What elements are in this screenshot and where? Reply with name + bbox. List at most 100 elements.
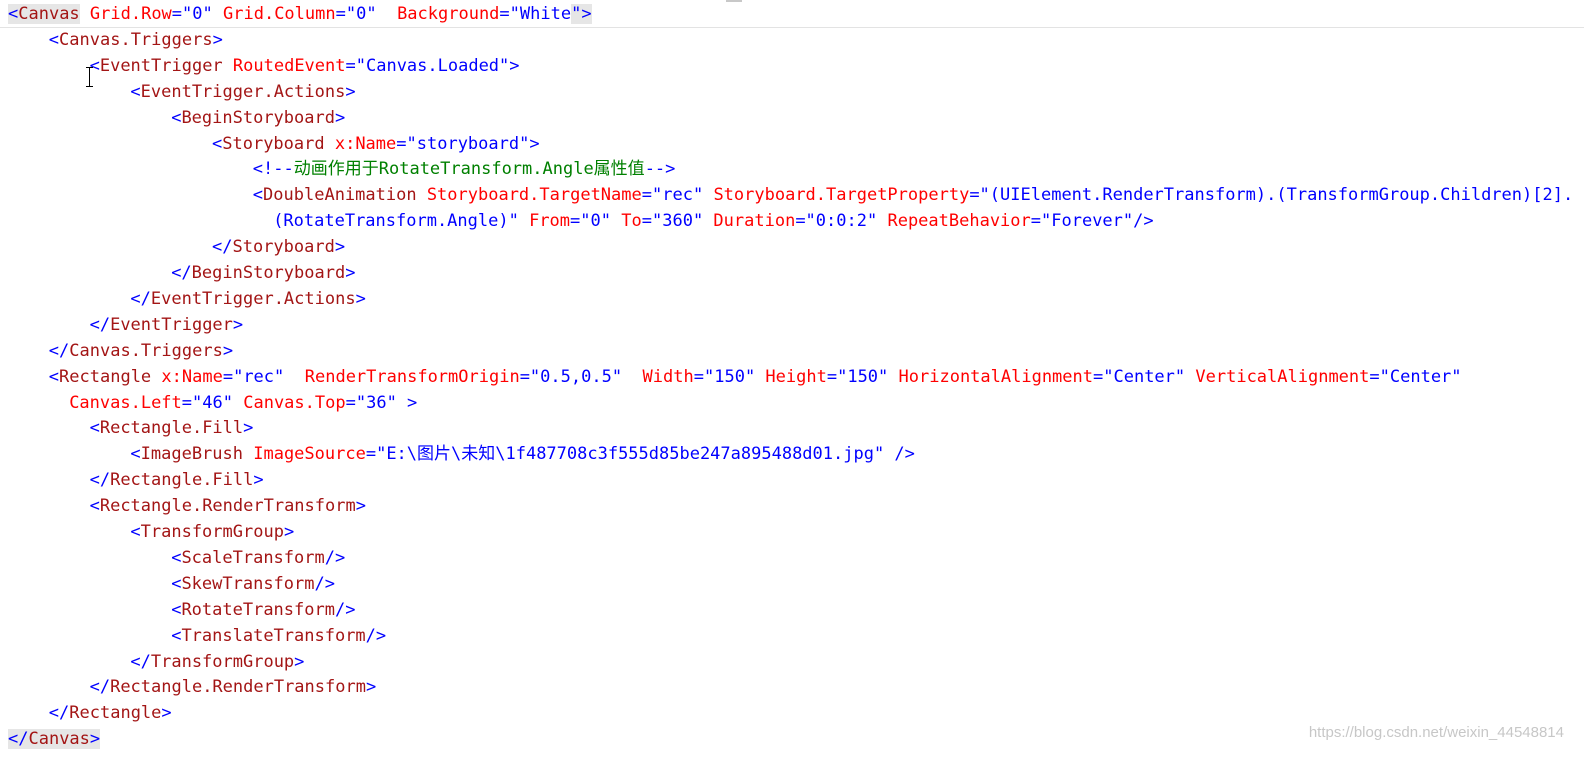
code-token: <	[8, 4, 19, 24]
code-token: "	[878, 366, 889, 387]
code-token: >	[355, 288, 366, 309]
code-token: " >	[386, 392, 418, 413]
code-token: >	[222, 340, 234, 361]
code-line[interactable]: <TransformGroup>	[130, 519, 294, 545]
code-token: ="	[181, 392, 203, 413]
code-token: <	[171, 107, 182, 128]
code-token: 动画作用于RotateTransform.Angle属性值	[293, 159, 645, 180]
code-token: " />	[873, 444, 915, 465]
code-token: "	[508, 211, 519, 232]
code-token: >	[334, 237, 346, 258]
code-token: Grid.Column	[212, 4, 336, 24]
code-line[interactable]: </Storyboard>	[212, 234, 345, 260]
code-token: Rectangle	[69, 703, 162, 724]
code-token: ="	[222, 366, 244, 387]
code-line[interactable]: <Storyboard x:Name="storyboard">	[212, 131, 540, 157]
code-line[interactable]: <SkewTransform/>	[171, 571, 335, 597]
scroll-marker	[726, 0, 742, 2]
code-line[interactable]: </Canvas.Triggers>	[49, 338, 233, 364]
code-token: ="	[693, 366, 715, 387]
code-line[interactable]: <RotateTransform/>	[171, 597, 355, 623]
code-token: EventTrigger.Actions	[150, 288, 356, 309]
code-token: RoutedEvent	[222, 55, 346, 76]
code-token: <	[171, 547, 182, 568]
code-token: E:\图片\未知\1f487708c3f555d85be247a895488d0…	[386, 444, 874, 465]
code-line[interactable]: </EventTrigger>	[90, 312, 244, 338]
code-line[interactable]: <Rectangle x:Name="rec" RenderTransformO…	[49, 364, 1462, 390]
code-line[interactable]: <Rectangle.Fill>	[90, 415, 254, 441]
code-token: 0	[192, 4, 203, 24]
code-token: ="	[1030, 211, 1052, 232]
code-token: "	[611, 366, 623, 387]
code-line[interactable]: Canvas.Left="46" Canvas.Top="36" >	[69, 390, 417, 416]
code-token: ScaleTransform	[181, 547, 325, 568]
code-line[interactable]: <ScaleTransform/>	[171, 545, 345, 571]
code-token: />	[324, 547, 346, 568]
code-line[interactable]: <DoubleAnimation Storyboard.TargetName="…	[253, 182, 1573, 208]
code-token: >	[294, 651, 305, 672]
code-token: </	[89, 470, 111, 491]
code-line[interactable]: <Rectangle.RenderTransform>	[90, 493, 366, 519]
code-token: >	[365, 677, 377, 698]
code-line[interactable]: </TransformGroup>	[130, 649, 304, 675]
code-line[interactable]: <!--动画作用于RotateTransform.Angle属性值-->	[253, 156, 676, 182]
code-token: x:Name	[324, 133, 397, 154]
code-token: Rectangle.RenderTransform	[110, 677, 366, 698]
code-token: ">	[499, 55, 520, 76]
code-token: Rectangle.Fill	[110, 470, 254, 491]
code-token: <	[171, 573, 182, 594]
code-token: >	[212, 29, 223, 50]
code-line[interactable]: </Canvas>	[8, 726, 101, 752]
code-token: "/>	[1122, 211, 1154, 232]
code-token: >	[232, 314, 244, 335]
code-token: <	[130, 81, 141, 102]
code-line[interactable]: </BeginStoryboard>	[171, 260, 355, 286]
xaml-code-editor[interactable]: <Canvas Grid.Row="0" Grid.Column="0" Bac…	[0, 0, 1584, 762]
code-line[interactable]: </Rectangle.Fill>	[90, 467, 264, 493]
code-line[interactable]: <Canvas.Triggers>	[49, 27, 223, 53]
code-token: ="	[969, 185, 990, 206]
code-line[interactable]: <TranslateTransform/>	[171, 623, 386, 649]
code-token: Canvas.Triggers	[69, 340, 223, 361]
code-line[interactable]: <Canvas Grid.Row="0" Grid.Column="0" Bac…	[8, 1, 592, 27]
code-token: SkewTransform	[181, 573, 315, 594]
code-token: Forever	[1051, 211, 1123, 232]
code-token: <	[130, 522, 141, 542]
code-token: ="	[335, 4, 357, 24]
code-token: Storyboard.TargetProperty	[703, 185, 970, 206]
code-token: Center	[1113, 366, 1175, 387]
code-token: </	[48, 703, 70, 724]
code-token: VerticalAlignment	[1185, 366, 1370, 387]
code-line[interactable]: <EventTrigger.Actions>	[130, 79, 355, 105]
code-token: EventTrigger	[99, 55, 223, 76]
code-line[interactable]: </EventTrigger.Actions>	[130, 286, 365, 312]
code-token: 36	[366, 392, 387, 413]
code-line[interactable]: <BeginStoryboard>	[171, 105, 345, 131]
code-token: <	[48, 29, 60, 50]
code-line[interactable]: <EventTrigger RoutedEvent="Canvas.Loaded…	[90, 53, 520, 79]
code-token: From	[518, 211, 571, 232]
code-line[interactable]: (RotateTransform.Angle)" From="0" To="36…	[273, 208, 1153, 234]
code-token: ">	[519, 133, 540, 154]
code-token: BeginStoryboard	[191, 263, 346, 283]
code-token: />	[365, 625, 387, 646]
code-token: (UIElement.RenderTransform).(TransformGr…	[989, 185, 1574, 206]
code-token: TransformGroup	[150, 651, 295, 672]
code-token: ="	[826, 366, 848, 387]
code-token: Rectangle.RenderTransform	[99, 496, 356, 517]
code-line[interactable]: </Rectangle>	[49, 700, 172, 726]
code-token: ="	[499, 4, 520, 24]
code-line[interactable]: </Rectangle.RenderTransform>	[90, 674, 377, 700]
code-token: 0	[590, 211, 601, 232]
code-token: "	[692, 211, 704, 232]
code-token: <	[89, 496, 100, 517]
code-token: Duration	[703, 211, 796, 232]
code-token: ="	[171, 4, 193, 24]
code-token: "	[866, 211, 878, 232]
code-token: "	[222, 392, 233, 413]
code-token: rec	[662, 185, 693, 206]
code-line[interactable]: <ImageBrush ImageSource="E:\图片\未知\1f4877…	[130, 441, 915, 467]
code-token: ImageSource	[243, 444, 366, 465]
code-token: x:Name	[151, 366, 223, 387]
code-token: >	[253, 470, 264, 491]
